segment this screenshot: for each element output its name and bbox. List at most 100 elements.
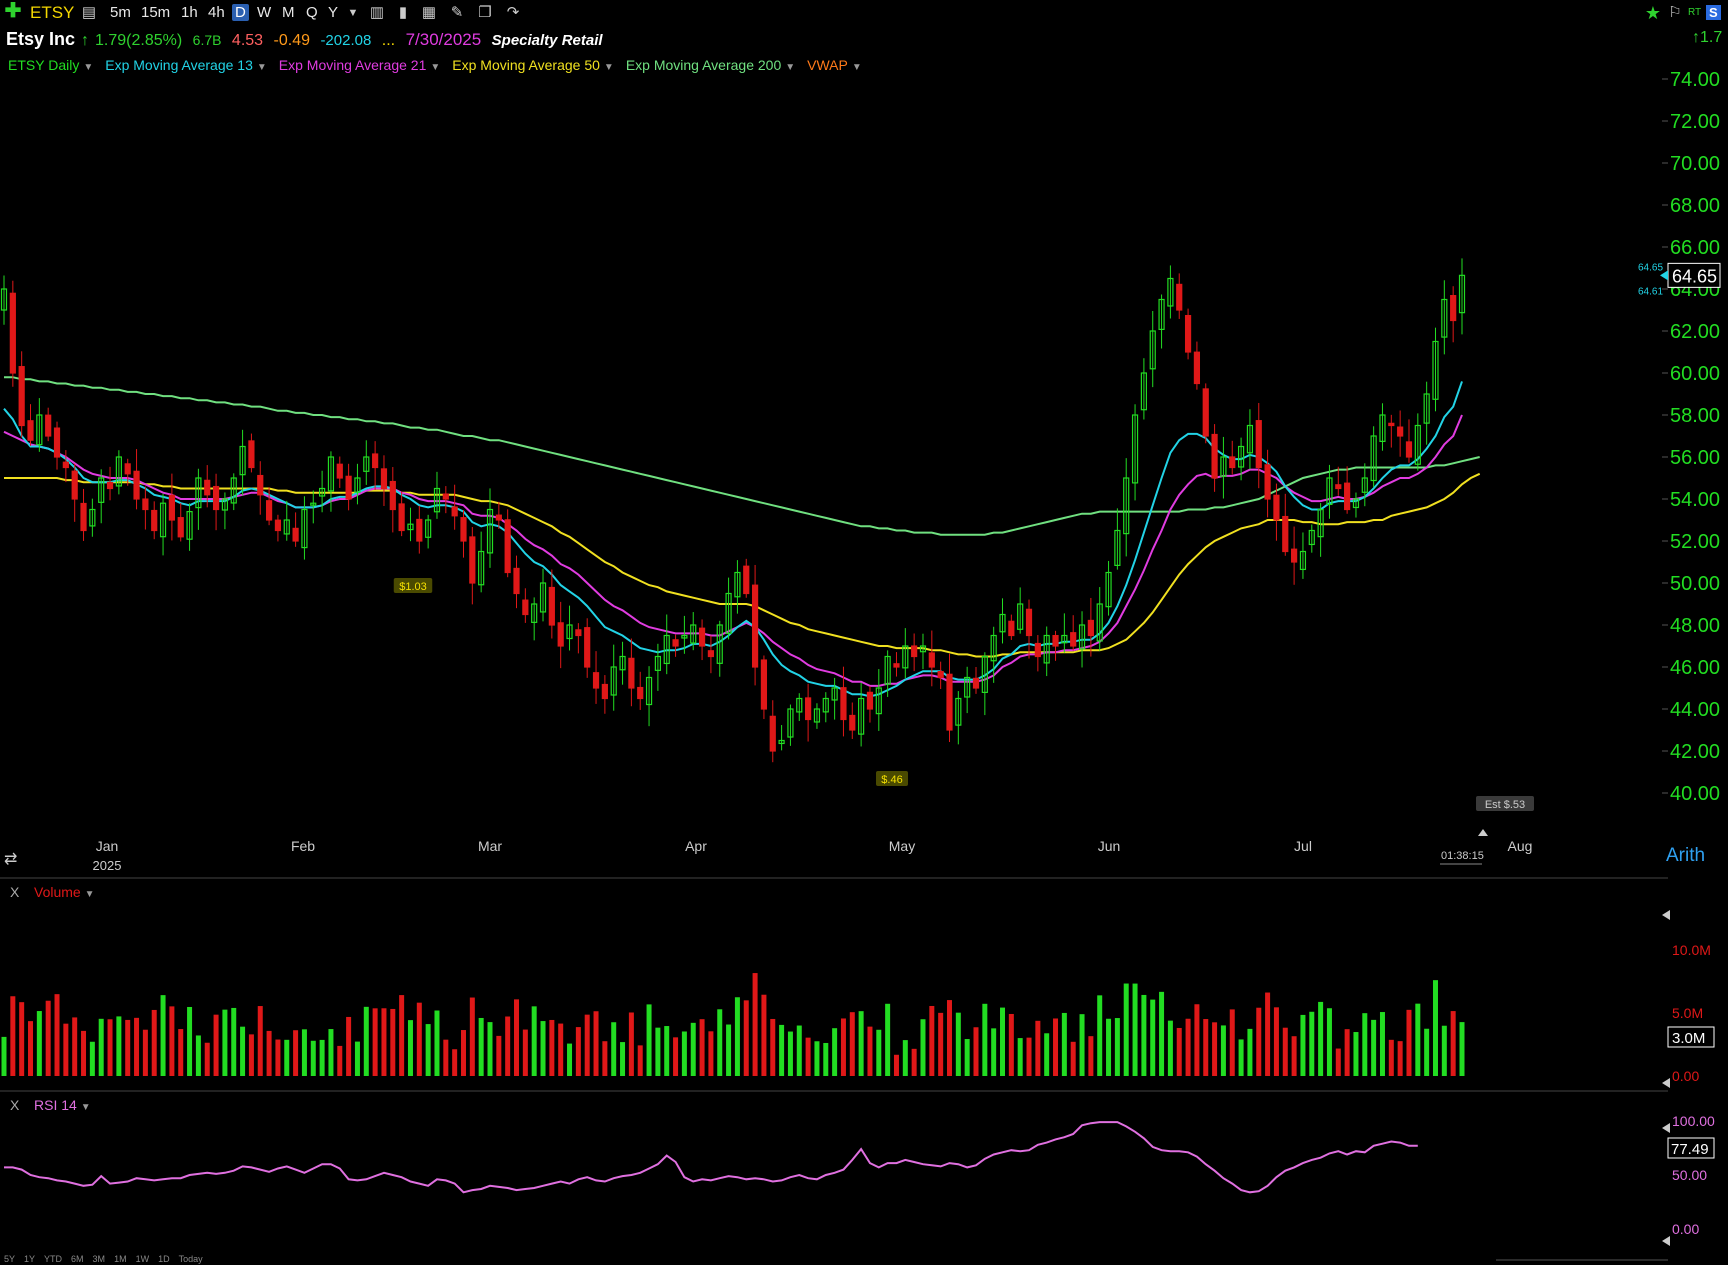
candle [1450,286,1457,343]
rsi-close-button[interactable]: X [10,1097,19,1113]
volume-bar [938,1012,944,1076]
chevron-down-icon: ▼ [80,1102,91,1113]
scroll-icon[interactable]: ⇄ [4,851,17,868]
rsi-label[interactable]: RSI 14 ▼ [34,1097,91,1113]
volume-bar [620,1042,626,1076]
time-label-mar: Mar [478,838,502,854]
candle [1184,308,1192,360]
candle-body [1388,422,1395,427]
candle [292,512,299,547]
volume-bar [991,1028,997,1076]
candle-body [1397,426,1404,437]
volume-bar [257,1006,263,1076]
volume-bar [1371,1019,1377,1076]
volume-bar [36,1011,42,1076]
candle-body [1264,464,1271,500]
chart-canvas[interactable]: 74.0072.0070.0068.0066.0064.0062.0060.00… [0,0,1728,1265]
volume-bar [664,1026,670,1076]
volume-bar [1106,1018,1112,1076]
range-today[interactable]: Today [179,1254,203,1264]
candle [1370,426,1377,488]
candle-body [372,453,379,469]
candle-body [769,715,776,752]
volume-bar [796,1025,802,1076]
candle [27,404,34,446]
candle-body [274,519,282,532]
range-3m[interactable]: 3M [93,1254,106,1264]
candle [1043,626,1050,677]
price-small-bottom: 64.61 [1638,286,1663,297]
volume-bar [690,1022,696,1076]
volume-label-text: Volume [34,884,81,900]
volume-bar [1309,1011,1315,1076]
volume-bar [407,1020,413,1076]
candle-body [442,493,449,500]
volume-bar [982,1003,988,1076]
volume-bar [248,1034,254,1076]
candle [1114,508,1121,570]
time-label-aug: Aug [1508,838,1533,854]
volume-bar [726,1024,732,1076]
candle [875,669,882,731]
volume-close-button[interactable]: X [10,884,19,900]
volume-bar [1353,1032,1359,1076]
price-tick: 66.00 [1670,237,1720,259]
volume-bar [1150,999,1156,1076]
volume-bar [1026,1037,1032,1076]
countdown-label: 01:38:15 [1441,850,1484,862]
candle [769,700,776,763]
candle [698,619,706,661]
volume-bar [487,1022,493,1076]
candle [1131,404,1139,501]
volume-bar [655,1027,661,1076]
volume-bar [1194,1004,1200,1076]
candle [274,514,282,542]
scale-mode[interactable]: Arith [1666,845,1705,867]
candle [672,634,679,657]
candle-body [389,480,396,511]
volume-bar [231,1007,237,1076]
range-1w[interactable]: 1W [136,1254,150,1264]
price-tick: 48.00 [1670,615,1720,637]
candle [257,461,264,515]
volume-bar [787,1031,793,1076]
candle [71,463,78,522]
candle [389,467,396,533]
volume-bar [1061,1012,1067,1076]
candle [911,633,918,672]
candle [743,558,750,598]
candle-body [1273,494,1280,521]
range-6m[interactable]: 6M [71,1254,84,1264]
candle [919,633,927,670]
range-1m[interactable]: 1M [114,1254,127,1264]
candle-body [1087,619,1094,637]
time-label-jul: Jul [1294,838,1312,854]
volume-bar [425,1024,431,1076]
volume-bar [1008,1013,1014,1076]
volume-bar [1176,1027,1182,1076]
volume-label[interactable]: Volume ▼ [34,884,95,900]
triangle-icon [1662,1078,1670,1088]
candle-body [133,470,140,500]
volume-bar [319,1039,325,1076]
price-tick: 60.00 [1670,363,1720,385]
candle [663,614,670,675]
candle-body [972,677,980,689]
candle-body [698,627,706,647]
volume-bar [1088,1036,1094,1076]
range-1d[interactable]: 1D [158,1254,170,1264]
range-1y[interactable]: 1Y [24,1254,35,1264]
price-tick: 58.00 [1670,405,1720,427]
candle-body [1202,388,1209,437]
volume-bar [1070,1041,1076,1076]
volume-bar [1441,1025,1447,1076]
candle-body [637,686,644,700]
volume-bar [602,1041,608,1076]
time-label-jun: Jun [1098,838,1121,854]
range-ytd[interactable]: YTD [44,1254,62,1264]
volume-bar [593,1011,599,1076]
candle [601,675,608,714]
range-5y[interactable]: 5Y [4,1254,15,1264]
candle [1061,613,1068,653]
candle [168,473,175,541]
